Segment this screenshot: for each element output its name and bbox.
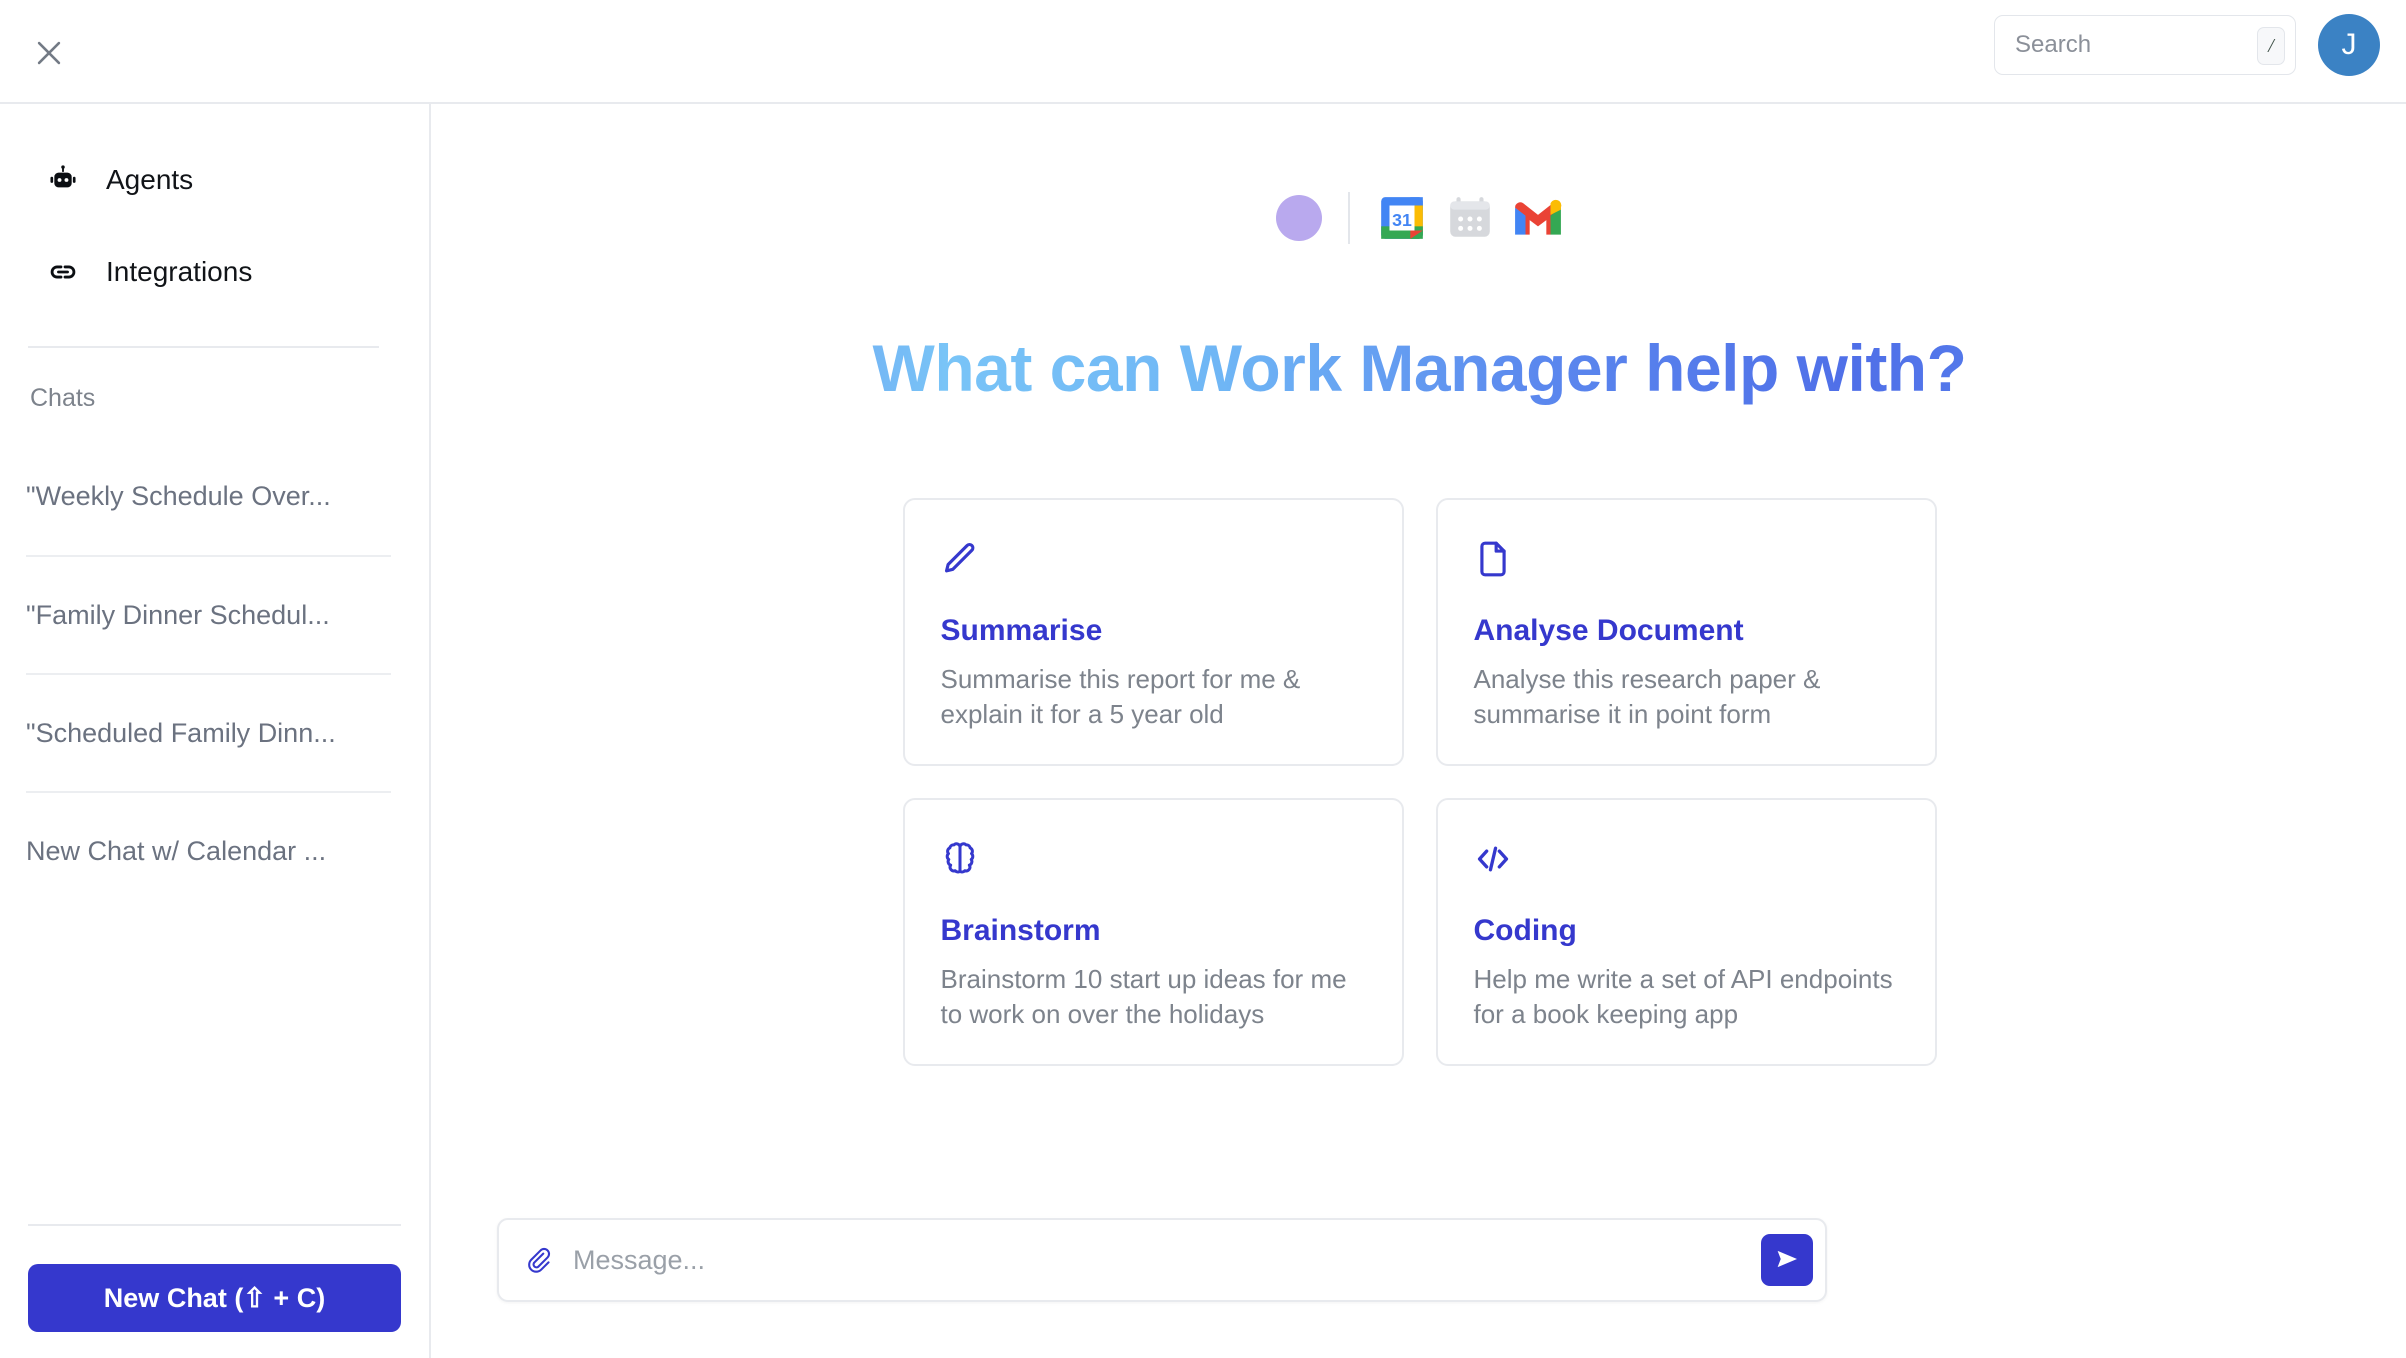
chat-item-label: New Chat w/ Calendar ... xyxy=(26,835,327,866)
sidebar-footer: New Chat (⇧ + C) xyxy=(0,1224,429,1358)
card-description: Analyse this research paper & summarise … xyxy=(1473,664,1821,730)
footer-divider xyxy=(28,1224,401,1226)
document-icon xyxy=(1474,540,1516,582)
chat-list: "Weekly Schedule Over... "Family Dinner … xyxy=(0,437,429,909)
sidebar-item-label: Agents xyxy=(106,164,194,195)
google-calendar-icon[interactable]: 31 xyxy=(1376,192,1428,244)
brain-icon xyxy=(941,840,983,882)
card-description: Help me write a set of API endpoints for… xyxy=(1473,964,1893,1030)
card-title: Coding xyxy=(1473,914,1577,947)
sidebar-item-agents[interactable]: Agents xyxy=(0,152,429,208)
sidebar: Agents Integrations Chats "Weekly Schedu… xyxy=(0,104,431,1358)
search-input[interactable] xyxy=(1995,16,2295,74)
send-button[interactable] xyxy=(1761,1234,1813,1286)
list-item[interactable]: "Family Dinner Schedul... xyxy=(26,555,391,673)
suggestion-card-coding[interactable]: Coding Help me write a set of API endpoi… xyxy=(1435,798,1937,1066)
suggestion-card-analyse-document[interactable]: Analyse Document Analyse this research p… xyxy=(1435,498,1937,766)
avatar[interactable]: J xyxy=(2318,14,2380,76)
card-title: Summarise xyxy=(940,614,1103,647)
card-title: Analyse Document xyxy=(1473,614,1744,647)
vertical-divider xyxy=(1347,192,1350,244)
card-description: Brainstorm 10 start up ideas for me to w… xyxy=(940,964,1347,1030)
paperclip-icon[interactable] xyxy=(521,1243,555,1277)
sidebar-item-label: Integrations xyxy=(106,256,253,287)
gmail-icon[interactable] xyxy=(1512,192,1564,244)
suggestion-card-brainstorm[interactable]: Brainstorm Brainstorm 10 start up ideas … xyxy=(902,798,1404,1066)
close-icon[interactable] xyxy=(26,30,72,76)
card-title: Brainstorm xyxy=(940,914,1101,947)
list-item[interactable]: "Scheduled Family Dinn... xyxy=(26,673,391,791)
suggestion-cards: Summarise Summarise this report for me &… xyxy=(902,498,1937,1066)
chat-item-label: "Family Dinner Schedul... xyxy=(26,599,330,630)
header-actions: / J xyxy=(1994,14,2380,76)
chat-item-label: "Weekly Schedule Over... xyxy=(26,480,331,511)
sidebar-item-integrations[interactable]: Integrations xyxy=(0,244,429,300)
list-item[interactable]: New Chat w/ Calendar ... xyxy=(26,791,391,909)
chats-heading: Chats xyxy=(30,384,96,412)
message-input[interactable] xyxy=(555,1220,1761,1300)
app-root: / J Agents xyxy=(0,0,2406,1358)
link-icon xyxy=(46,255,80,289)
search-box[interactable]: / xyxy=(1994,15,2296,75)
send-icon xyxy=(1772,1244,1802,1277)
integrations-row: 31 xyxy=(433,192,2406,244)
new-chat-button[interactable]: New Chat (⇧ + C) xyxy=(28,1264,401,1332)
calendar-icon[interactable] xyxy=(1444,192,1496,244)
pencil-icon xyxy=(941,540,983,582)
card-description: Summarise this report for me & explain i… xyxy=(940,664,1301,730)
message-bar[interactable] xyxy=(497,1218,1827,1302)
page-title: What can Work Manager help with? xyxy=(433,330,2406,406)
chat-item-label: "Scheduled Family Dinn... xyxy=(26,717,336,748)
svg-text:31: 31 xyxy=(1392,210,1412,230)
main-panel: 31 What can Work Manager help with? Summ… xyxy=(433,104,2406,1358)
top-header: / J xyxy=(0,0,2406,104)
purple-circle-icon xyxy=(1275,195,1322,241)
robot-icon xyxy=(46,163,80,197)
suggestion-card-summarise[interactable]: Summarise Summarise this report for me &… xyxy=(902,498,1404,766)
code-icon xyxy=(1474,840,1516,882)
list-item[interactable]: "Weekly Schedule Over... xyxy=(0,437,429,555)
search-shortcut-badge: / xyxy=(2257,27,2285,65)
